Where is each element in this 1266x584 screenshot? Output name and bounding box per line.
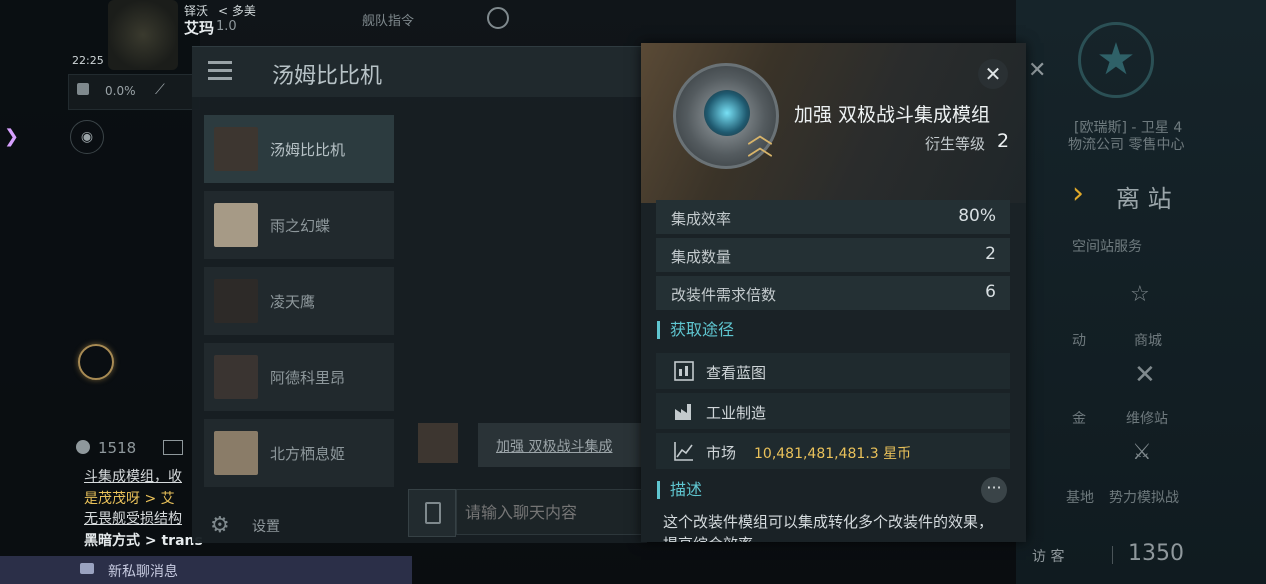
stat-label: 集成数量 — [671, 248, 732, 266]
contact-name: 阿德科里昂 — [270, 369, 346, 387]
acquire-title: 获取途径 — [657, 321, 734, 339]
faction-sim-icon[interactable]: ⚔ — [1132, 440, 1152, 465]
blueprint-icon — [674, 361, 694, 381]
gear-icon[interactable]: ⚙ — [210, 513, 230, 538]
stat-label: 集成效率 — [671, 210, 732, 228]
service-faction-sim[interactable]: 势力模拟战 — [1109, 487, 1179, 507]
chat-input[interactable] — [456, 489, 646, 535]
microphone-icon — [425, 502, 441, 524]
service-partial-1[interactable]: 动 — [1072, 330, 1086, 350]
source-label: 市场 — [706, 444, 737, 462]
services-title: 空间站服务 — [1072, 239, 1142, 255]
player-level: 1.0 — [216, 19, 237, 34]
source-label: 查看蓝图 — [706, 364, 767, 382]
settings-label[interactable]: 设置 — [252, 516, 280, 536]
contact-name: 北方栖息姬 — [270, 445, 346, 463]
tier-value: 2 — [997, 130, 1010, 152]
log-line: 是茂茂呀 > 艾 — [84, 491, 175, 507]
contact-item[interactable]: 雨之幻蝶 — [204, 191, 394, 259]
close-button[interactable]: ✕ — [978, 59, 1008, 89]
player-name: 艾玛 — [184, 19, 215, 37]
tier-label: 衍生等级 — [925, 135, 986, 153]
contact-item[interactable]: 汤姆比比机 — [204, 115, 394, 183]
repair-icon[interactable]: ✕ — [1134, 360, 1156, 390]
clock-icon[interactable] — [487, 7, 509, 29]
divider — [1112, 546, 1113, 564]
chat-header: 汤姆比比机 — [192, 47, 647, 97]
source-industry[interactable]: 工业制造 — [656, 393, 1010, 429]
source-label: 工业制造 — [706, 404, 767, 422]
chat-close-icon[interactable]: ✕ — [1028, 58, 1046, 83]
player-avatar[interactable] — [108, 0, 178, 70]
stat-row: 改装件需求倍数 6 — [656, 276, 1010, 310]
service-mall[interactable]: 商城 — [1134, 330, 1162, 350]
chat-window: 汤姆比比机 汤姆比比机 雨之幻蝶 凌天鹰 阿德科里昂 北方栖息姬 加强 双极战斗… — [192, 46, 647, 543]
stat-row: 集成数量 2 — [656, 238, 1010, 272]
side-expand-arrow[interactable]: ❯ — [4, 126, 19, 147]
item-detail-popup: ︿ ︿ 加强 双极战斗集成模组 衍生等级 2 ✕ 集成效率 80% 集成数量 2 … — [641, 43, 1026, 542]
contact-portrait — [214, 431, 258, 475]
cargo-icon — [77, 83, 89, 95]
contact-name: 雨之幻蝶 — [270, 217, 331, 235]
station-panel: ★ [欧瑞斯] - 卫星 4 物流公司 零售中心 › 离 站 空间站服务 ☆ 商… — [1016, 0, 1266, 584]
contact-portrait — [214, 355, 258, 399]
new-private-message-label: 新私聊消息 — [108, 564, 178, 580]
contact-item[interactable]: 凌天鹰 — [204, 267, 394, 335]
chat-title: 汤姆比比机 — [272, 64, 383, 89]
player-count-icon — [76, 440, 90, 454]
message-bubble[interactable]: 加强 双极战斗集成 — [478, 423, 647, 467]
stat-value: 2 — [985, 244, 996, 264]
source-market[interactable]: 市场 10,481,481,481.3 星币 — [656, 433, 1010, 469]
stat-row: 集成效率 80% — [656, 200, 1010, 234]
undock-arrow-icon[interactable]: › — [1072, 176, 1084, 211]
stat-label: 改装件需求倍数 — [671, 286, 777, 304]
log-line: 斗集成模组，收 — [84, 469, 182, 485]
item-description: 这个改装件模组可以集成转化多个改装件的效果，提高综合效率 — [663, 513, 994, 542]
item-link[interactable]: 加强 双极战斗集成 — [496, 436, 612, 456]
route-label: < 多美 — [218, 4, 256, 18]
service-repair[interactable]: 维修站 — [1126, 408, 1168, 428]
mall-icon[interactable]: ☆ — [1130, 282, 1150, 307]
contact-item[interactable]: 阿德科里昂 — [204, 343, 394, 411]
visitors-count: 1350 — [1128, 541, 1184, 566]
contact-portrait — [214, 279, 258, 323]
radar-icon[interactable] — [78, 344, 114, 380]
source-blueprint[interactable]: 查看蓝图 — [656, 353, 1010, 389]
log-line: 黑暗方式 > trans — [84, 533, 203, 549]
market-chart-icon — [674, 442, 693, 461]
location-pin-button[interactable]: ◉ — [70, 120, 104, 154]
stat-percent: 0.0% — [105, 84, 136, 98]
description-title: 描述 — [657, 481, 702, 499]
faction-emblem-icon: ★ — [1078, 22, 1154, 98]
contact-portrait — [214, 203, 258, 247]
chat-bubble-icon — [80, 563, 94, 574]
tier-chevron-icon: ︿ ︿ — [747, 120, 774, 162]
more-options-button[interactable]: ··· — [981, 477, 1007, 503]
stat-value: 80% — [958, 206, 996, 226]
service-partial-3[interactable]: 基地 — [1066, 487, 1094, 507]
voice-button[interactable] — [408, 489, 456, 537]
undock-button[interactable]: 离 站 — [1116, 179, 1172, 214]
station-corp: 物流公司 零售中心 — [1068, 137, 1185, 153]
log-line: 无畏舰受损结构 — [84, 511, 182, 527]
stat-box: 0.0% ⟋ — [68, 74, 200, 110]
visitors-label: 访 客 — [1032, 549, 1065, 565]
contact-portrait — [214, 127, 258, 171]
new-private-message-bar[interactable]: 新私聊消息 — [0, 556, 412, 584]
item-name: 加强 双极战斗集成模组 — [794, 104, 991, 126]
stat-value: 6 — [985, 282, 996, 302]
message-avatar[interactable] — [418, 423, 458, 463]
online-count: 1518 — [98, 439, 137, 457]
contact-item[interactable]: 北方栖息姬 — [204, 419, 394, 487]
contact-name: 汤姆比比机 — [270, 141, 346, 159]
fleet-command-tab[interactable]: 舰队指令 — [362, 10, 414, 29]
market-price: 10,481,481,481.3 星币 — [754, 446, 912, 462]
clock: 22:25 — [72, 54, 104, 67]
factory-icon — [675, 404, 691, 420]
contact-name: 凌天鹰 — [270, 293, 316, 311]
trend-icon: ⟋ — [155, 82, 165, 98]
service-partial-2[interactable]: 金 — [1072, 408, 1086, 428]
mail-icon[interactable] — [163, 440, 183, 455]
menu-button[interactable] — [206, 57, 236, 85]
